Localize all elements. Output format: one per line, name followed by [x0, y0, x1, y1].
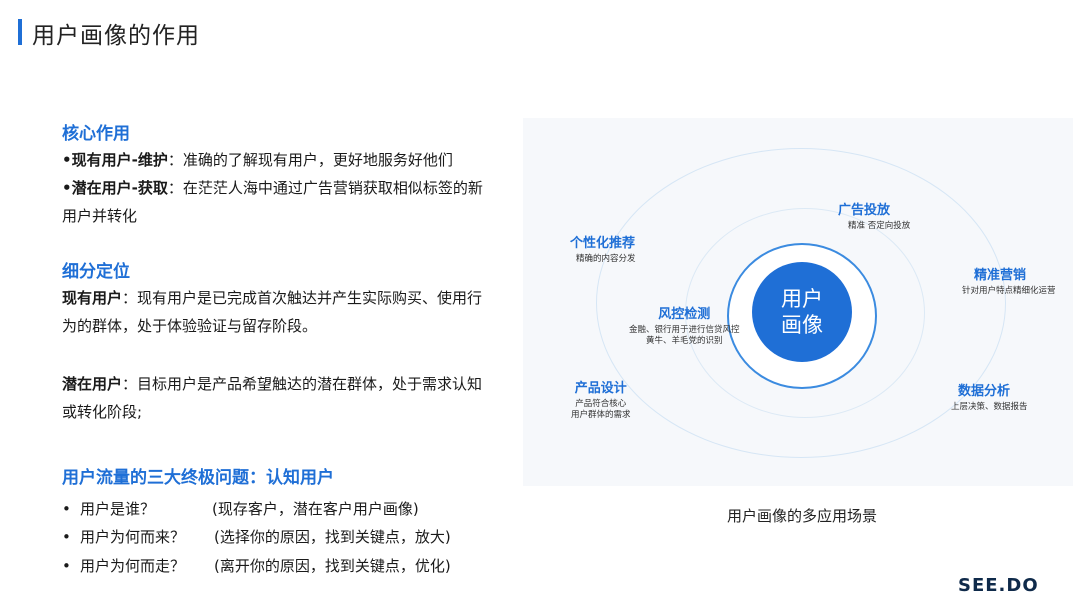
- title-accent-bar: [18, 19, 22, 45]
- question-text: 用户为何而来？: [80, 528, 186, 546]
- segment-potential-text-1: ：目标用户是产品希望触达的潜在群体，处于需求认知: [122, 375, 483, 393]
- segment-existing-text-2: 为的群体，处于体验验证与留存阶段。: [62, 317, 318, 335]
- question-item: • 用户为何而来？ (选择你的原因，找到关键点，放大): [62, 523, 451, 551]
- bullet: •: [62, 528, 71, 546]
- node-desc: 上层决策、数据报告: [951, 402, 1028, 412]
- node-title: 产品设计: [574, 381, 627, 396]
- node-title: 广告投放: [838, 203, 891, 218]
- segment-existing: 现有用户：现有用户是已完成首次触达并产生实际购买、使用行 为的群体，处于体验验证…: [62, 284, 517, 340]
- question-item: • 用户为何而走？ (离开你的原因，找到关键点，优化): [62, 552, 451, 580]
- bullet: •: [62, 500, 71, 518]
- core-heading: 核心作用: [62, 120, 517, 148]
- node-desc-line2: 用户群体的需求: [571, 410, 631, 420]
- node-title: 个性化推荐: [570, 236, 636, 251]
- core-item-existing: •现有用户-维护：准确的了解现有用户，更好地服务好他们: [62, 146, 517, 174]
- question-text: 用户是谁？: [80, 500, 156, 518]
- user-profile-core: 用户 画像: [752, 262, 852, 362]
- node-precision-marketing: 精准营销 针对用户特点精细化运营: [962, 264, 1056, 297]
- segment-potential-label: 潜在用户: [62, 375, 123, 393]
- question-note: (现存客户，潜在客户用户画像): [212, 500, 419, 518]
- node-desc-line2: 黄牛、羊毛党的识别: [646, 336, 723, 346]
- segment-heading-wrap: 细分定位: [62, 258, 517, 286]
- potential-acquire-text-1: ：在茫茫人海中通过广告营销获取相似标签的新: [167, 179, 483, 197]
- segment-potential: 潜在用户：目标用户是产品希望触达的潜在群体，处于需求认知 或转化阶段;: [62, 370, 517, 426]
- brand-logo: SEE.DO: [958, 575, 1039, 596]
- core-section-heading: 核心作用: [62, 124, 130, 144]
- core-item-potential: •潜在用户-获取：在茫茫人海中通过广告营销获取相似标签的新 用户并转化: [62, 174, 517, 230]
- questions-section-heading: 用户流量的三大终极问题：认知用户: [62, 468, 334, 488]
- node-desc: 针对用户特点精细化运营: [962, 286, 1056, 296]
- existing-maintain-label: •现有用户-维护: [62, 151, 168, 169]
- segment-existing-label: 现有用户: [62, 289, 123, 307]
- potential-acquire-text-2: 用户并转化: [62, 207, 138, 225]
- node-risk-detection: 风控检测 金融、银行用于进行信贷风控 黄牛、羊毛党的识别: [629, 303, 740, 347]
- node-ad-placement: 广告投放 精准 否定向投放: [838, 199, 910, 232]
- segment-section-heading: 细分定位: [62, 262, 130, 282]
- node-product-design: 产品设计 产品符合核心 用户群体的需求: [571, 377, 631, 421]
- diagram-caption: 用户画像的多应用场景: [727, 507, 878, 525]
- node-desc: 精准 否定向投放: [848, 221, 911, 231]
- bullet: •: [62, 557, 71, 575]
- questions-heading-wrap: 用户流量的三大终极问题：认知用户: [62, 464, 517, 492]
- potential-acquire-label: •潜在用户-获取: [62, 179, 168, 197]
- node-title: 数据分析: [958, 384, 1011, 399]
- node-desc: 精确的内容分发: [576, 254, 636, 264]
- node-data-analysis: 数据分析 上层决策、数据报告: [951, 380, 1028, 413]
- page-title: 用户画像的作用: [32, 23, 200, 49]
- existing-maintain-text: ：准确的了解现有用户，更好地服务好他们: [167, 151, 453, 169]
- node-desc-line1: 产品符合核心: [575, 399, 627, 409]
- question-item: • 用户是谁？ (现存客户，潜在客户用户画像): [62, 495, 419, 523]
- segment-potential-text-2: 或转化阶段;: [62, 403, 143, 421]
- segment-existing-text-1: ：现有用户是已完成首次触达并产生实际购买、使用行: [122, 289, 483, 307]
- core-label-line1: 用户: [781, 287, 823, 311]
- question-note: (选择你的原因，找到关键点，放大): [214, 528, 451, 546]
- question-note: (离开你的原因，找到关键点，优化): [214, 557, 451, 575]
- node-title: 精准营销: [974, 268, 1027, 283]
- question-text: 用户为何而走？: [80, 557, 186, 575]
- node-title: 风控检测: [658, 307, 711, 322]
- node-personalized-recommendation: 个性化推荐 精确的内容分发: [570, 232, 636, 265]
- node-desc-line1: 金融、银行用于进行信贷风控: [629, 325, 740, 335]
- core-label-line2: 画像: [781, 313, 823, 337]
